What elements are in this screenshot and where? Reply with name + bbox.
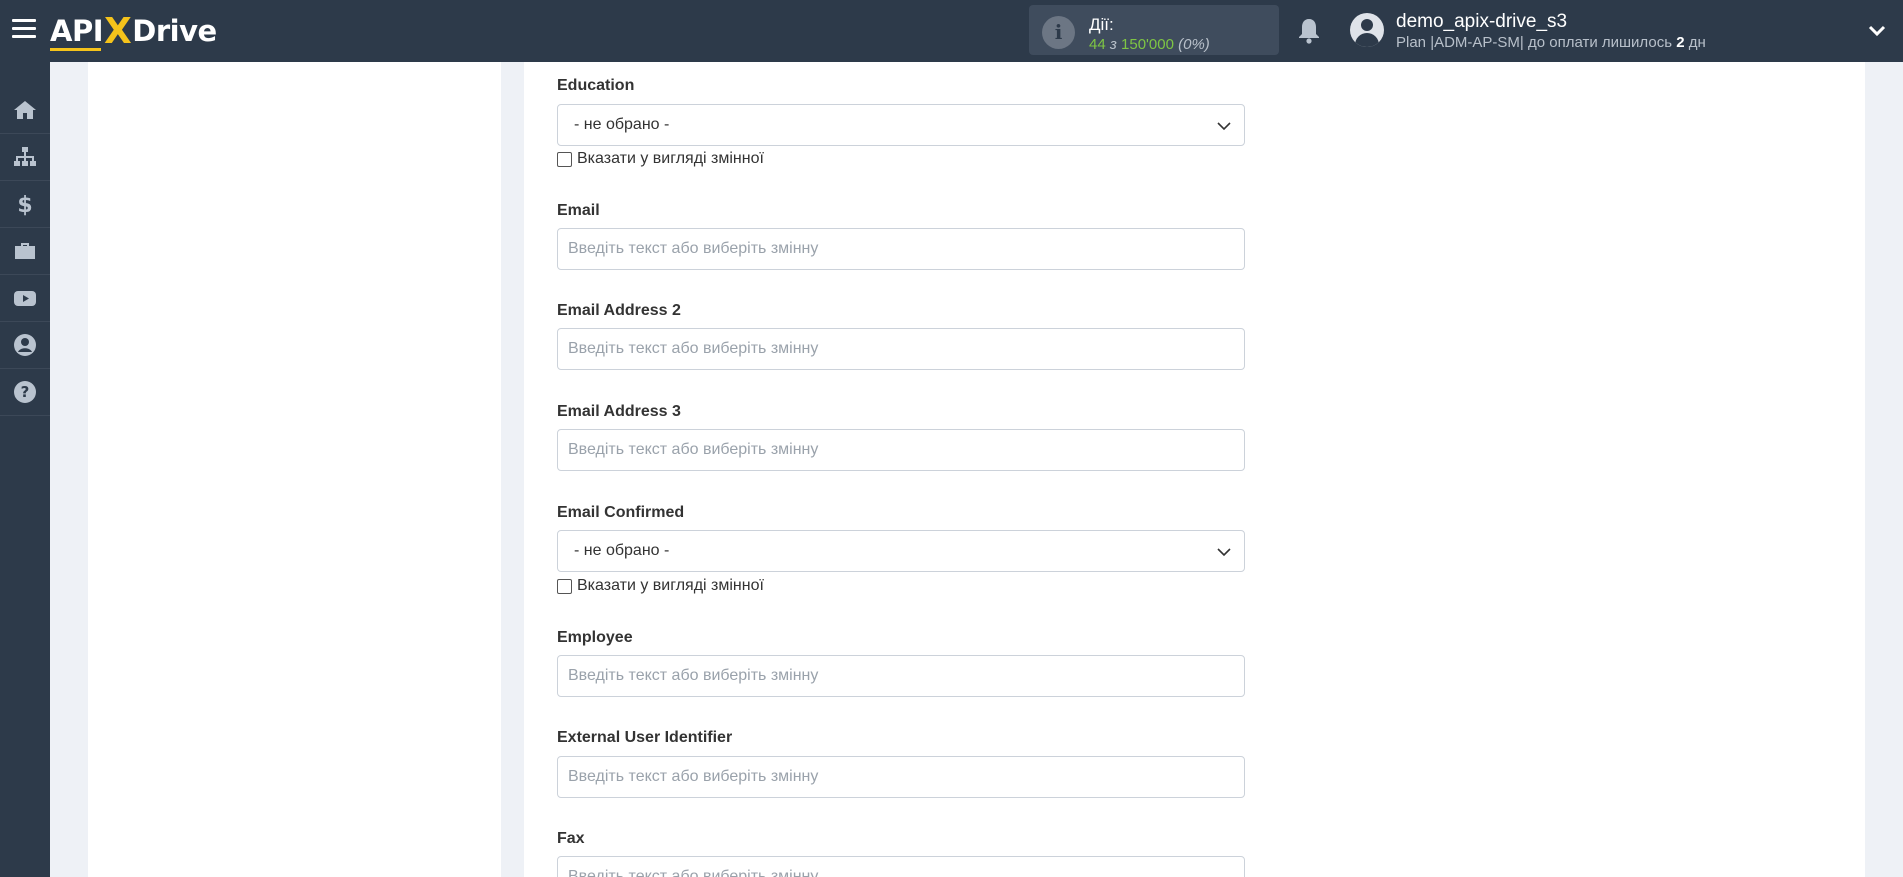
- sidebar-item-connections[interactable]: [0, 134, 50, 181]
- checkbox-box[interactable]: [557, 578, 572, 594]
- actions-percent: (0%): [1178, 36, 1210, 53]
- chevron-down-icon[interactable]: [1867, 20, 1887, 40]
- user-name[interactable]: demo_apix-drive_s3: [1396, 11, 1567, 33]
- label-email-address-3: Email Address 3: [557, 403, 681, 420]
- select-email-confirmed-value: - не обрано -: [574, 542, 670, 559]
- sidebar-item-billing[interactable]: $: [0, 181, 50, 228]
- select-education[interactable]: - не обрано -: [557, 104, 1245, 146]
- label-email: Email: [557, 202, 600, 219]
- fax-field[interactable]: [557, 856, 1245, 877]
- checkbox-label: Вказати у вигляді змінної: [577, 150, 764, 167]
- info-icon: i: [1042, 16, 1075, 49]
- actions-counter[interactable]: i Дії: 44 з 150'000 (0%): [1029, 5, 1279, 55]
- email-address-2-field[interactable]: [557, 328, 1245, 370]
- checkbox-label: Вказати у вигляді змінної: [577, 577, 764, 594]
- bell-icon[interactable]: [1297, 17, 1321, 44]
- plan-days: 2: [1676, 34, 1685, 51]
- label-email-address-2: Email Address 2: [557, 302, 681, 319]
- youtube-icon: [14, 291, 36, 306]
- logo-api-text: API: [50, 14, 104, 51]
- user-plan: Plan |ADM-AP-SM| до оплати лишилось 2 дн: [1396, 34, 1706, 51]
- actions-label: Дії:: [1089, 15, 1114, 34]
- actions-used: 44: [1089, 36, 1106, 53]
- logo-x-text: X: [104, 10, 132, 52]
- chevron-down-icon: [1217, 122, 1231, 131]
- menu-toggle-icon[interactable]: [12, 19, 36, 39]
- avatar[interactable]: [1350, 13, 1384, 47]
- sidebar-item-services[interactable]: [0, 228, 50, 275]
- employee-field[interactable]: [557, 655, 1245, 697]
- external-user-identifier-field[interactable]: [557, 756, 1245, 798]
- dollar-icon: $: [17, 193, 32, 216]
- sidebar-item-help[interactable]: ?: [0, 369, 50, 416]
- user-circle-icon: [14, 334, 36, 356]
- left-panel: [88, 62, 501, 877]
- label-fax: Fax: [557, 830, 585, 847]
- label-employee: Employee: [557, 629, 633, 646]
- svg-text:?: ?: [21, 383, 30, 401]
- checkbox-education-variable[interactable]: Вказати у вигляді змінної: [557, 150, 764, 168]
- home-icon: [14, 101, 36, 119]
- label-email-confirmed: Email Confirmed: [557, 504, 685, 521]
- email-address-3-field[interactable]: [557, 429, 1245, 471]
- email-field[interactable]: [557, 228, 1245, 270]
- logo-drive-text: Drive: [132, 14, 217, 48]
- question-circle-icon: ?: [14, 381, 36, 403]
- select-email-confirmed[interactable]: - не обрано -: [557, 530, 1245, 572]
- checkbox-email-confirmed-variable[interactable]: Вказати у вигляді змінної: [557, 577, 764, 595]
- apix-drive-logo[interactable]: API X Drive: [50, 10, 217, 52]
- actions-count: 44 з 150'000 (0%): [1089, 36, 1210, 53]
- plan-text: Plan |ADM-AP-SM| до оплати лишилось: [1396, 34, 1677, 51]
- select-education-value: - не обрано -: [574, 116, 670, 133]
- actions-of: з: [1109, 36, 1117, 53]
- sidebar-item-videos[interactable]: [0, 275, 50, 322]
- sidebar-item-account[interactable]: [0, 322, 50, 369]
- actions-total: 150'000: [1121, 36, 1174, 53]
- label-external-user-identifier: External User Identifier: [557, 729, 733, 746]
- svg-text:$: $: [17, 193, 32, 216]
- briefcase-icon: [15, 243, 35, 259]
- chevron-down-icon: [1217, 548, 1231, 557]
- checkbox-box[interactable]: [557, 151, 572, 167]
- top-bar: API X Drive i Дії: 44 з 150'000 (0%) demo_…: [0, 0, 1903, 62]
- plan-days-suffix: дн: [1684, 34, 1706, 51]
- label-education: Education: [557, 77, 635, 94]
- sidebar: $ ?: [0, 62, 50, 877]
- sitemap-icon: [14, 147, 36, 166]
- sidebar-item-home[interactable]: [0, 87, 50, 134]
